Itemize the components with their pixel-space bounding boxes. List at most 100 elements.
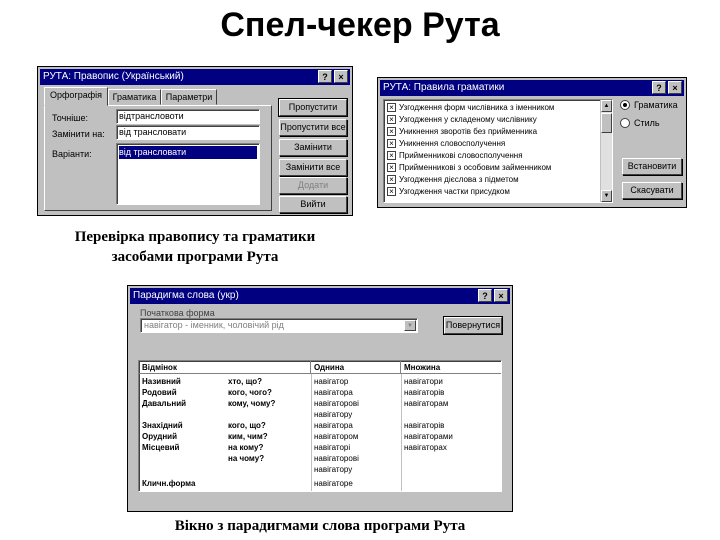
rule-item[interactable]: × Прийменникові з особовим займенником xyxy=(384,162,602,174)
rule-label: Узгодження дієслова з підметом xyxy=(399,175,519,184)
help-icon[interactable]: ? xyxy=(478,289,492,302)
tab-spelling[interactable]: Орфографія xyxy=(44,87,108,106)
cancel-button[interactable]: Скасувати xyxy=(622,182,682,199)
back-button[interactable]: Повернутися xyxy=(443,316,503,335)
checkbox-checked-icon[interactable]: × xyxy=(387,163,396,172)
chevron-down-icon[interactable]: ▼ xyxy=(404,320,416,331)
tab-parameters[interactable]: Параметри xyxy=(161,89,217,105)
skip-button[interactable]: Пропустити xyxy=(278,98,348,117)
apply-button[interactable]: Встановити xyxy=(622,158,682,175)
add-button[interactable]: Додати xyxy=(279,177,347,194)
initial-form-combo[interactable]: навігатор - іменник, чоловічий рід ▼ xyxy=(140,318,418,333)
checkbox-checked-icon[interactable]: × xyxy=(387,103,396,112)
suggestion-item[interactable]: від трансловати xyxy=(119,146,257,159)
table-row: Давальний кому, чому? навігаторові навіг… xyxy=(139,398,501,409)
case-cell xyxy=(139,409,227,420)
grammar-dialog: РУТА: Правила граматики ? × × Узгодження… xyxy=(377,77,687,208)
paradigm-table: Відмінок Однина Множина Називний хто, що… xyxy=(138,360,502,492)
plural-cell xyxy=(401,464,501,475)
radio-style-label: Стиль xyxy=(634,118,660,128)
checkbox-checked-icon[interactable]: × xyxy=(387,187,396,196)
checkbox-checked-icon[interactable]: × xyxy=(387,151,396,160)
question-cell: кого, чого? xyxy=(228,388,272,397)
change-to-label: Замінити на: xyxy=(52,129,105,139)
case-cell: Родовий xyxy=(142,388,177,397)
help-icon[interactable]: ? xyxy=(318,70,332,83)
rule-item[interactable]: × Прийменникові словосполучення xyxy=(384,150,602,162)
case-cell: Орудний xyxy=(142,432,177,441)
initial-form-value: навігатор - іменник, чоловічий рід xyxy=(144,320,284,330)
checkbox-checked-icon[interactable]: × xyxy=(387,127,396,136)
table-header: Відмінок Однина Множина xyxy=(139,361,501,374)
rule-item[interactable]: × Узгодження частки присудком xyxy=(384,186,602,198)
not-in-dict-field[interactable]: відтрансловоти xyxy=(116,109,260,124)
rule-item[interactable]: × Узгодження форм числівника з іменником xyxy=(384,102,602,114)
case-cell: Місцевий xyxy=(142,443,180,452)
not-in-dict-label: Точніше: xyxy=(52,113,88,123)
singular-cell: навігаторові xyxy=(314,399,359,408)
spell-dialog-title: РУТА: Правопис (Український) xyxy=(43,71,184,82)
paradigm-dialog-title: Парадигма слова (укр) xyxy=(133,290,239,301)
rule-item[interactable]: × Узгодження у складеному числівнику xyxy=(384,114,602,126)
question-cell: на кому? xyxy=(228,443,264,452)
rule-item[interactable]: × Уникнення зворотів без прийменника xyxy=(384,126,602,138)
singular-cell: навігаторові xyxy=(314,454,359,463)
checkbox-checked-icon[interactable]: × xyxy=(387,115,396,124)
close-icon[interactable]: × xyxy=(494,289,508,302)
plural-cell: навігаторам xyxy=(404,399,449,408)
close-icon[interactable]: × xyxy=(668,81,682,94)
case-cell xyxy=(139,453,227,464)
question-cell: хто, що? xyxy=(228,377,263,386)
spell-dialog-titlebar: РУТА: Правопис (Український) ? × xyxy=(40,69,350,85)
radio-style[interactable] xyxy=(620,118,630,128)
question-cell: кому, чому? xyxy=(228,399,276,408)
rule-label: Прийменникові з особовим займенником xyxy=(399,163,552,172)
rule-item[interactable]: × Уникнення словосполучення xyxy=(384,138,602,150)
change-to-input[interactable]: від трансловати xyxy=(116,125,260,140)
table-row: навігатору xyxy=(139,409,501,420)
radio-grammar[interactable] xyxy=(620,100,630,110)
close-icon[interactable]: × xyxy=(334,70,348,83)
case-cell: Давальний xyxy=(142,399,187,408)
skip-all-button[interactable]: Пропустити все xyxy=(279,119,347,136)
plural-cell xyxy=(401,453,501,464)
question-cell: ким, чим? xyxy=(228,432,268,441)
replace-all-button[interactable]: Замінити все xyxy=(279,159,347,176)
paradigm-dialog: Парадигма слова (укр) ? × Початкова форм… xyxy=(127,285,513,512)
suggestions-list[interactable]: від трансловати xyxy=(116,143,260,205)
column-header: Множина xyxy=(404,363,441,372)
column-header: Відмінок xyxy=(139,361,311,374)
rule-label: Узгодження форм числівника з іменником xyxy=(399,103,555,112)
scroll-thumb[interactable] xyxy=(601,113,612,133)
checkbox-checked-icon[interactable]: × xyxy=(387,139,396,148)
case-cell xyxy=(139,464,227,475)
tab-grammar[interactable]: Граматика xyxy=(108,89,161,105)
paradigm-dialog-titlebar: Парадигма слова (укр) ? × xyxy=(130,288,510,304)
scroll-down-icon[interactable]: ▼ xyxy=(601,190,612,202)
plural-cell: навігатори xyxy=(404,377,443,386)
singular-cell: навігаторі xyxy=(314,443,351,452)
caption-spellcheck-line1: Перевірка правопису та граматики xyxy=(74,229,316,245)
singular-cell: навігаторе xyxy=(314,479,353,488)
table-row: Орудний ким, чим? навігатором навігатора… xyxy=(139,431,501,442)
plural-cell: навігаторах xyxy=(404,443,447,452)
grammar-rules-list[interactable]: × Узгодження форм числівника з іменником… xyxy=(383,99,613,203)
help-icon[interactable]: ? xyxy=(652,81,666,94)
rule-item[interactable]: × Узгодження дієслова з підметом xyxy=(384,174,602,186)
plural-cell xyxy=(401,409,501,420)
caption-spellcheck-line2: засобами програми Рута xyxy=(111,249,279,265)
spell-dialog: РУТА: Правопис (Український) ? × Орфогра… xyxy=(37,66,353,216)
page-title: Спел-чекер Рута xyxy=(220,6,500,44)
singular-cell: навігатор xyxy=(314,377,349,386)
grammar-scrollbar[interactable]: ▲ ▼ xyxy=(600,100,612,202)
checkbox-checked-icon[interactable]: × xyxy=(387,175,396,184)
table-row: навігатору xyxy=(139,464,501,475)
column-header: Однина xyxy=(311,361,401,374)
plural-cell: навігаторів xyxy=(404,388,445,397)
exit-button[interactable]: Вийти xyxy=(279,196,347,213)
replace-button[interactable]: Замінити xyxy=(279,139,347,156)
scroll-up-icon[interactable]: ▲ xyxy=(601,100,612,112)
caption-paradigm: Вікно з парадигмами слова програми Рута xyxy=(174,518,466,534)
case-cell: Знахідний xyxy=(142,421,183,430)
table-row: Знахідний кого, що? навігатора навігатор… xyxy=(139,420,501,431)
